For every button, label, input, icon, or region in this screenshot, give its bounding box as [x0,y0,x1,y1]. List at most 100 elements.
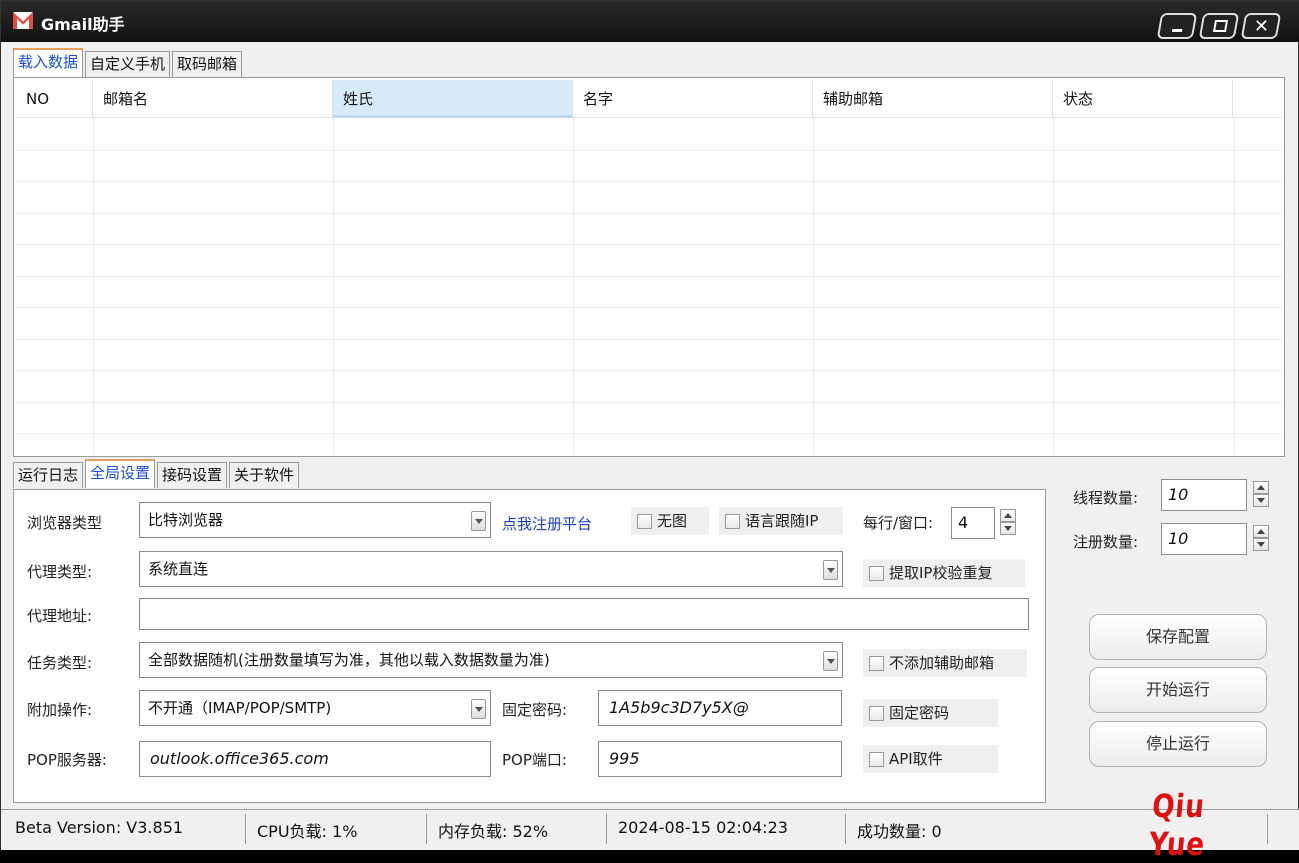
minimize-icon [1171,29,1183,32]
table-column-line [1053,118,1054,454]
column-header-no[interactable]: NO [16,80,93,118]
pop-server-label: POP服务器: [27,751,107,769]
proxy-type-value: 系统直连 [148,560,209,578]
status-version: Beta Version: V3.851 [15,818,184,837]
extra-op-label: 附加操作: [27,701,93,719]
window-title: Gmail助手 [41,15,125,34]
stop-run-button[interactable]: 停止运行 [1089,721,1267,767]
table-row-line [16,275,1282,277]
checkbox-box[interactable] [869,656,884,671]
browser-type-value: 比特浏览器 [148,511,224,529]
pop-port-input[interactable]: 995 [598,741,842,777]
status-datetime: 2024-08-15 02:04:23 [618,818,788,837]
register-count-label: 注册数量: [1073,533,1139,551]
per-row-input[interactable]: 4 [951,507,995,539]
extra-op-value: 不开通（IMAP/POP/SMTP) [148,699,332,717]
table-column-line [1234,118,1235,454]
close-icon: ✕ [1253,16,1270,37]
close-button[interactable]: ✕ [1240,13,1282,39]
table-header: NO 邮箱名 姓氏 名字 辅助邮箱 状态 [16,80,1282,118]
minimize-button[interactable] [1156,13,1198,39]
threads-input[interactable]: 10 [1161,479,1247,511]
no-aux-mail-checkbox[interactable]: 不添加辅助邮箱 [863,649,1027,677]
tab-run-log[interactable]: 运行日志 [13,462,84,488]
spin-down-icon[interactable] [1253,494,1269,507]
data-table[interactable]: NO 邮箱名 姓氏 名字 辅助邮箱 状态 [13,77,1285,466]
spin-up-icon[interactable] [1000,509,1016,522]
status-divider [606,814,607,844]
lang-follow-ip-checkbox[interactable]: 语言跟随IP [719,507,843,535]
tab-about[interactable]: 关于软件 [229,462,300,488]
extra-op-select[interactable]: 不开通（IMAP/POP/SMTP) [139,690,491,726]
browser-type-select[interactable]: 比特浏览器 [139,502,491,538]
column-header-firstname[interactable]: 名字 [573,80,813,118]
spin-up-icon[interactable] [1253,481,1269,494]
tab-code-mailbox[interactable]: 取码邮箱 [172,51,243,77]
checkbox-box[interactable] [869,752,884,767]
tab-global-settings[interactable]: 全局设置 [85,459,156,488]
status-bar: Beta Version: V3.851 CPU负载: 1% 内存负载: 52%… [1,809,1299,850]
chevron-down-icon[interactable] [823,651,838,671]
proxy-type-select[interactable]: 系统直连 [139,551,843,587]
checkbox-box[interactable] [725,514,740,529]
tab-custom-phone[interactable]: 自定义手机 [85,51,171,77]
task-type-select[interactable]: 全部数据随机(注册数量填写为准，其他以载入数据数量为准) [139,642,843,678]
status-success-count: 成功数量: 0 [857,822,942,841]
tab-sms-settings[interactable]: 接码设置 [157,462,228,488]
column-header-aux-email[interactable]: 辅助邮箱 [813,80,1053,118]
pop-port-label: POP端口: [502,751,567,769]
table-row-line [16,307,1282,308]
task-type-value: 全部数据随机(注册数量填写为准，其他以载入数据数量为准) [148,651,550,669]
column-header-status[interactable]: 状态 [1053,80,1233,118]
table-row-line [16,212,1282,214]
fixed-password-input[interactable]: 1A5b9c3D7y5X@ [598,690,842,726]
save-config-button[interactable]: 保存配置 [1089,614,1267,660]
register-count-spinner[interactable] [1253,525,1269,551]
fixed-password-checkbox[interactable]: 固定密码 [863,699,998,727]
lang-follow-ip-label: 语言跟随IP [745,512,819,530]
status-cpu: CPU负载: 1% [257,822,358,841]
spin-down-icon[interactable] [1000,522,1016,535]
register-platform-link[interactable]: 点我注册平台 [502,513,592,534]
table-row-line [16,181,1282,182]
chevron-down-icon[interactable] [823,560,838,580]
pop-server-input[interactable]: outlook.office365.com [139,741,491,777]
checkbox-box[interactable] [869,706,884,721]
fixed-password-label: 固定密码: [502,701,568,719]
tab-load-data[interactable]: 载入数据 [13,48,84,77]
start-run-button[interactable]: 开始运行 [1089,667,1267,713]
per-row-spinner[interactable] [1000,509,1016,535]
table-row-line [16,338,1282,340]
checkbox-box[interactable] [869,566,884,581]
maximize-icon [1212,20,1229,32]
spin-down-icon[interactable] [1253,538,1269,551]
chevron-down-icon[interactable] [471,699,486,719]
no-image-checkbox[interactable]: 无图 [631,507,709,535]
browser-type-label: 浏览器类型 [27,514,103,532]
table-row-line [16,244,1282,245]
api-fetch-checkbox[interactable]: API取件 [863,745,998,773]
column-header-email[interactable]: 邮箱名 [93,80,333,118]
column-header-lastname[interactable]: 姓氏 [333,80,573,118]
checkbox-box[interactable] [637,514,652,529]
threads-spinner[interactable] [1253,481,1269,507]
no-image-label: 无图 [657,512,688,530]
table-row-line [16,401,1282,403]
table-row-line [16,433,1282,434]
register-count-input[interactable]: 10 [1161,523,1247,555]
status-memory: 内存负载: 52% [438,822,549,841]
title-bar[interactable]: Gmail助手 ✕ [1,1,1299,42]
no-aux-mail-label: 不添加辅助邮箱 [889,654,995,672]
status-divider [245,814,246,844]
proxy-address-input[interactable] [139,598,1029,630]
spin-up-icon[interactable] [1253,525,1269,538]
proxy-type-label: 代理类型: [27,563,93,581]
chevron-down-icon[interactable] [471,511,486,531]
bottom-tab-strip: 运行日志 全局设置 接码设置 关于软件 [13,459,301,488]
extract-ip-check-checkbox[interactable]: 提取IP校验重复 [863,559,1025,587]
api-fetch-label: API取件 [889,750,943,768]
gmail-icon [13,12,33,29]
maximize-button[interactable] [1198,13,1240,39]
brand-watermark: Qiu Yue [1147,787,1207,863]
app-window: Gmail助手 ✕ 载入数据 自定义手机 取码邮箱 NO 邮箱名 姓氏 名字 辅… [0,0,1299,863]
